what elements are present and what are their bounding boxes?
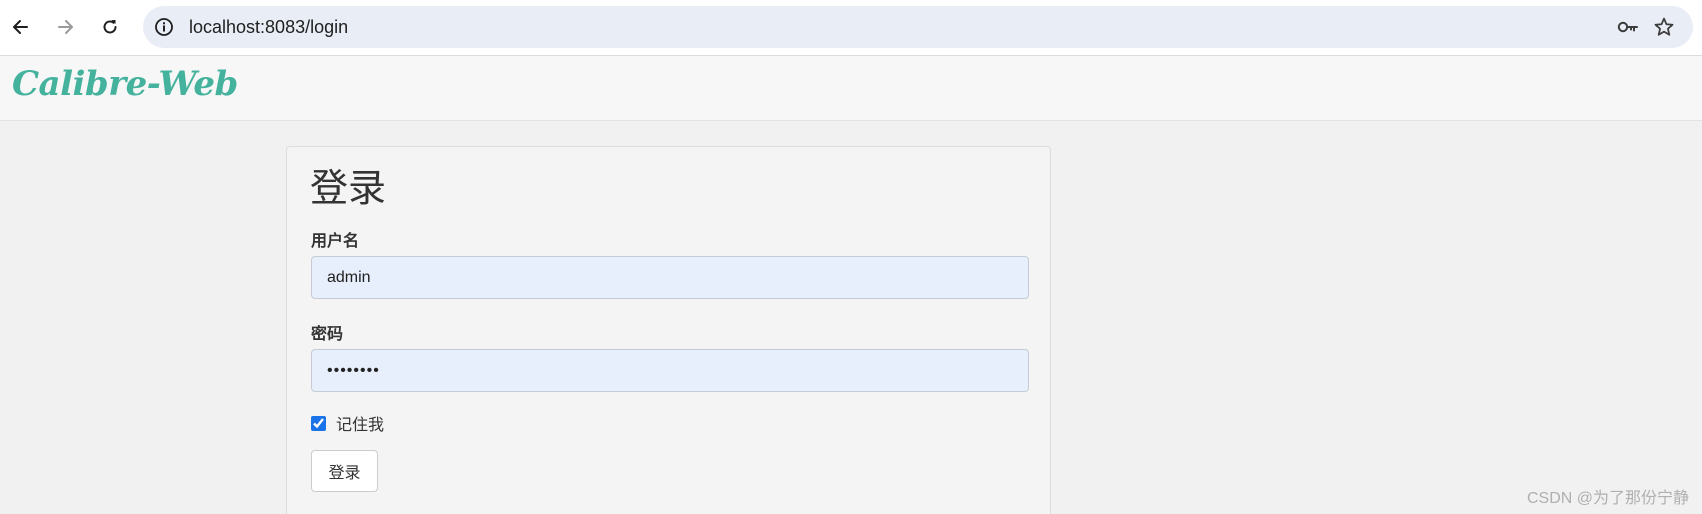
password-input[interactable]	[311, 349, 1029, 392]
bookmark-button[interactable]	[1652, 15, 1676, 39]
forward-button[interactable]	[50, 12, 80, 42]
reload-button[interactable]	[95, 12, 125, 42]
brand-logo-link[interactable]: Calibre-Web	[12, 64, 238, 104]
csdn-watermark: CSDN @为了那份宁静	[1526, 490, 1689, 507]
arrow-right-icon	[58, 20, 73, 34]
arrow-left-icon	[13, 20, 28, 34]
url-text[interactable]: localhost:8083/login	[189, 6, 348, 48]
login-button[interactable]: 登录	[311, 450, 378, 492]
back-button[interactable]	[6, 12, 36, 42]
password-label: 密码	[311, 326, 344, 343]
star-icon	[1654, 17, 1674, 36]
username-label: 用户名	[311, 233, 360, 250]
remember-me-checkbox[interactable]	[311, 415, 326, 431]
browser-toolbar: localhost:8083/login	[0, 0, 1702, 56]
info-icon	[155, 18, 173, 36]
address-bar[interactable]: localhost:8083/login	[143, 6, 1693, 48]
app-navbar: Calibre-Web	[0, 56, 1702, 121]
key-icon	[1617, 21, 1638, 33]
remember-me-row: 记住我	[311, 411, 384, 435]
password-manager-button[interactable]	[1616, 15, 1640, 39]
reload-icon	[103, 20, 117, 34]
site-info-button[interactable]	[153, 16, 175, 38]
remember-me-label[interactable]: 记住我	[336, 411, 384, 435]
username-input[interactable]	[311, 256, 1029, 299]
page-title: 登录	[310, 168, 387, 210]
login-panel: 登录 用户名 密码 记住我 登录	[286, 146, 1051, 514]
